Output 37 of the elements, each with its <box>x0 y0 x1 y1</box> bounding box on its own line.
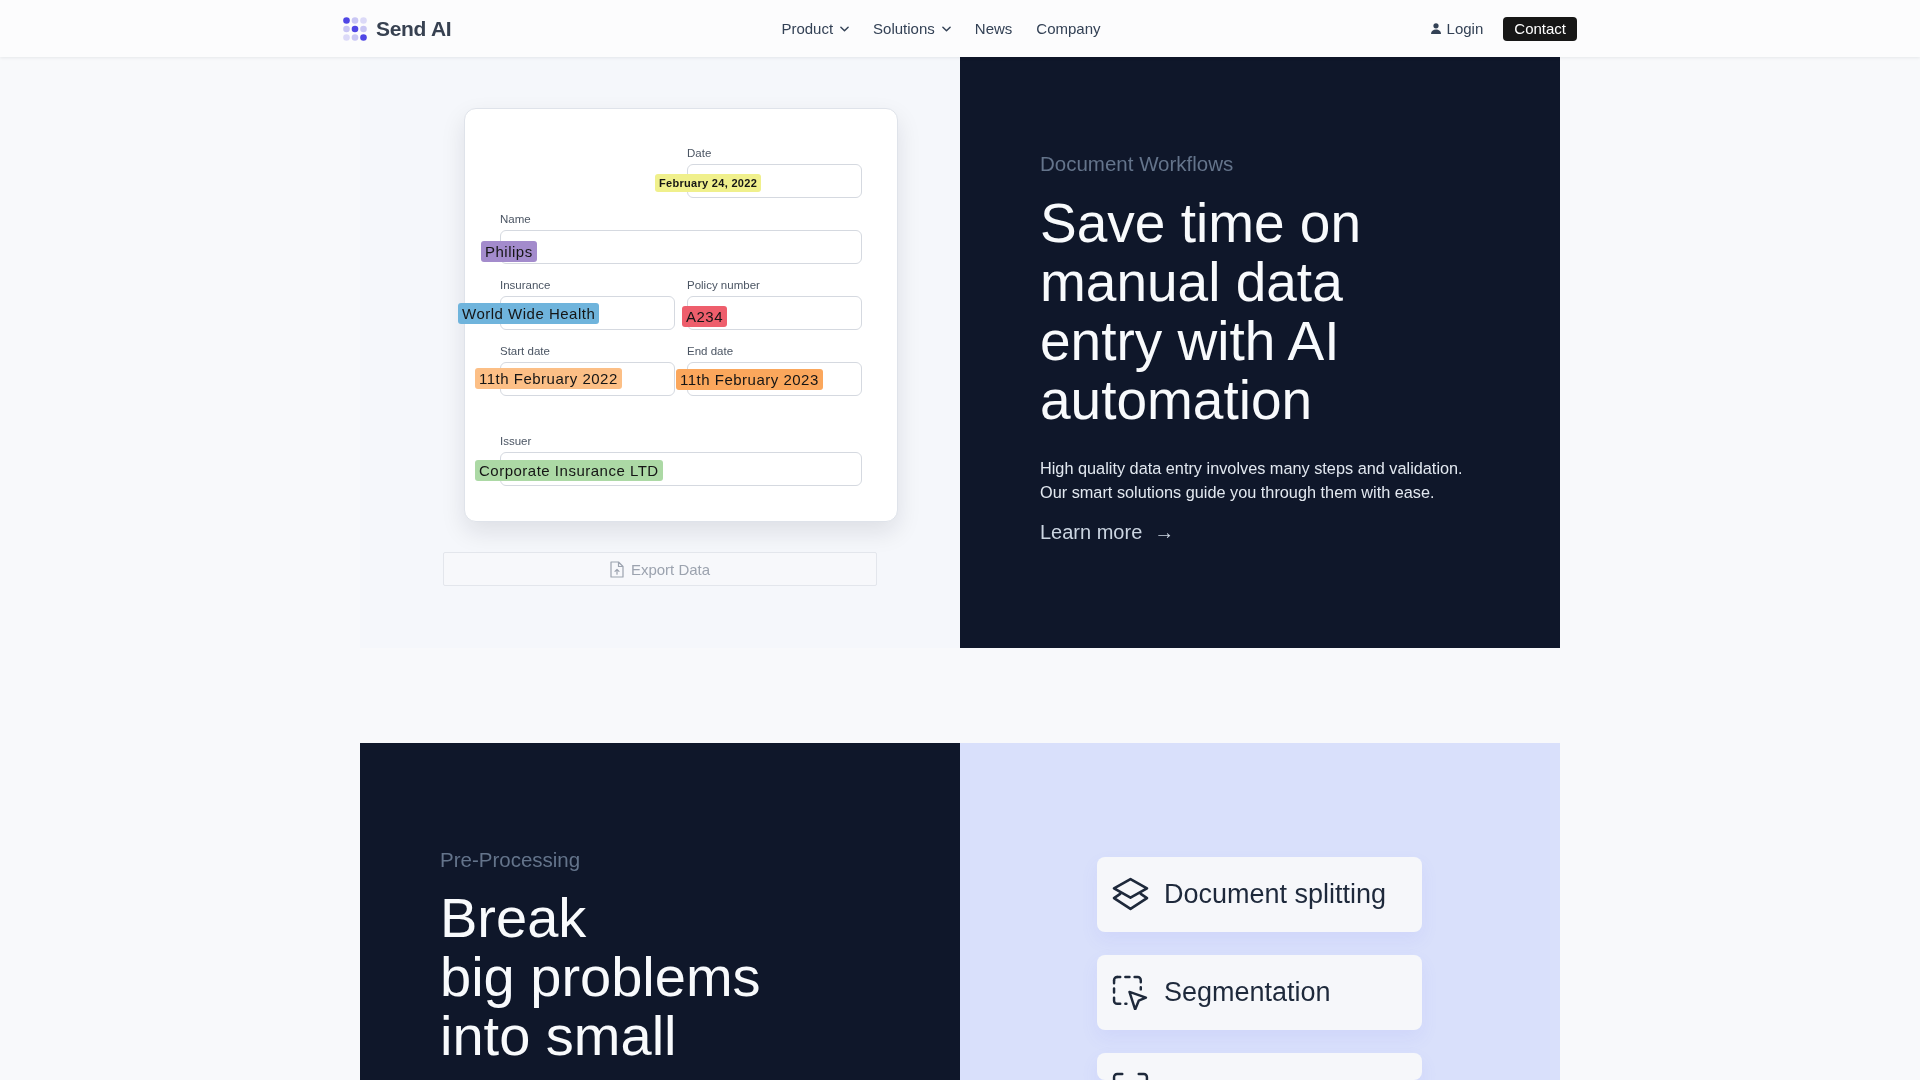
field-label: Issuer <box>500 434 533 448</box>
nav-link[interactable]: Solutions <box>873 20 951 37</box>
extracted-value-tag: February 24, 2022 <box>655 174 762 192</box>
logo-link[interactable]: Send AI <box>343 16 452 41</box>
file-upload-icon <box>609 560 624 578</box>
logo-icon <box>343 16 367 41</box>
section-heading: Break big problems into small <box>440 888 762 1065</box>
user-icon <box>1430 23 1441 34</box>
layers-icon <box>1112 877 1149 912</box>
extracted-value-tag: Corporate Insurance LTD <box>475 460 663 481</box>
field-label: Name <box>500 212 532 226</box>
nav-link[interactable]: Company <box>1036 20 1101 37</box>
nav-link[interactable]: Product <box>781 20 850 37</box>
section-heading: Save time on manual data entry with AI automation <box>1040 194 1362 430</box>
extracted-value-tag: 11th February 2023 <box>676 369 823 390</box>
field-label: Start date <box>500 344 551 358</box>
feature-title: Segmentation <box>1164 977 1331 1008</box>
field-label: Date <box>687 146 713 160</box>
eyebrow-text: Pre-Processing <box>440 848 582 872</box>
feature-title: Document splitting <box>1164 879 1387 910</box>
section-description: High quality data entry involves many steps and validation. Our smart solutions guide you through them with ease. <box>1040 458 1464 503</box>
extracted-value-tag: 11th February 2022 <box>475 368 622 389</box>
chevron-down-icon <box>840 25 850 32</box>
learn-more-link[interactable]: Learn more → <box>1040 520 1175 544</box>
selection-cursor-icon <box>1112 975 1149 1010</box>
field-label: Policy number <box>687 278 761 292</box>
field-label: End date <box>687 344 735 358</box>
chevron-down-icon <box>941 25 951 32</box>
nav-link[interactable]: News <box>974 20 1013 37</box>
field-label: Insurance <box>500 278 552 292</box>
extracted-value-tag: Philips <box>481 241 537 262</box>
eyebrow-text: Document Workflows <box>1040 152 1235 176</box>
frame-corners-icon <box>1112 1072 1149 1080</box>
extracted-value-tag: World Wide Health <box>458 303 600 324</box>
contact-button[interactable]: Contact <box>1503 16 1577 41</box>
extracted-value-tag: A234 <box>682 306 728 327</box>
login-link[interactable]: Login <box>1430 20 1484 37</box>
